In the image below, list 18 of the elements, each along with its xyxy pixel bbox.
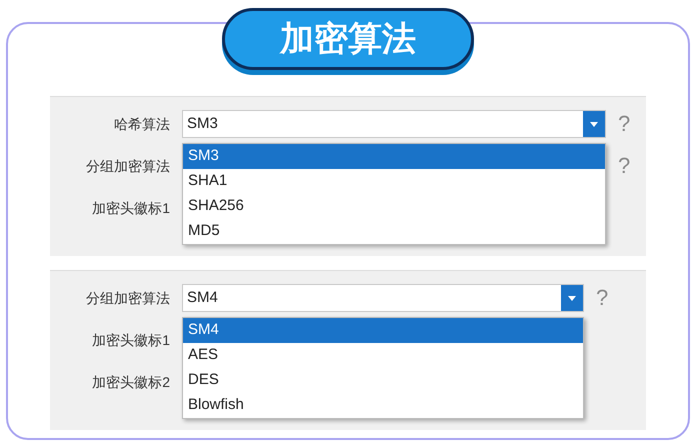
field-label: 分组加密算法 — [85, 156, 170, 176]
dropdown-option[interactable]: MD5 — [183, 219, 605, 244]
caret-icon — [590, 122, 598, 126]
dropdown-field[interactable]: SM3 — [182, 110, 606, 138]
dropdown-option[interactable]: SM3 — [183, 144, 605, 169]
dropdown-option[interactable]: SHA256 — [183, 194, 605, 219]
field-label: 加密头徽标1 — [91, 330, 170, 350]
field-label: 哈希算法 — [113, 114, 170, 134]
caret-icon — [568, 296, 576, 300]
field-label: 分组加密算法 — [85, 288, 170, 308]
dropdown-option[interactable]: Blowfish — [183, 393, 583, 418]
dropdown-option[interactable]: SHA1 — [183, 169, 605, 194]
dropdown-option[interactable]: AES — [183, 343, 583, 368]
dropdown-field[interactable]: SM4 — [182, 284, 584, 312]
dropdown-option[interactable]: SM4 — [183, 318, 583, 343]
dropdown-option[interactable]: DES — [183, 368, 583, 393]
field-label: 加密头徽标1 — [91, 198, 170, 218]
field-label: 加密头徽标2 — [91, 372, 170, 392]
